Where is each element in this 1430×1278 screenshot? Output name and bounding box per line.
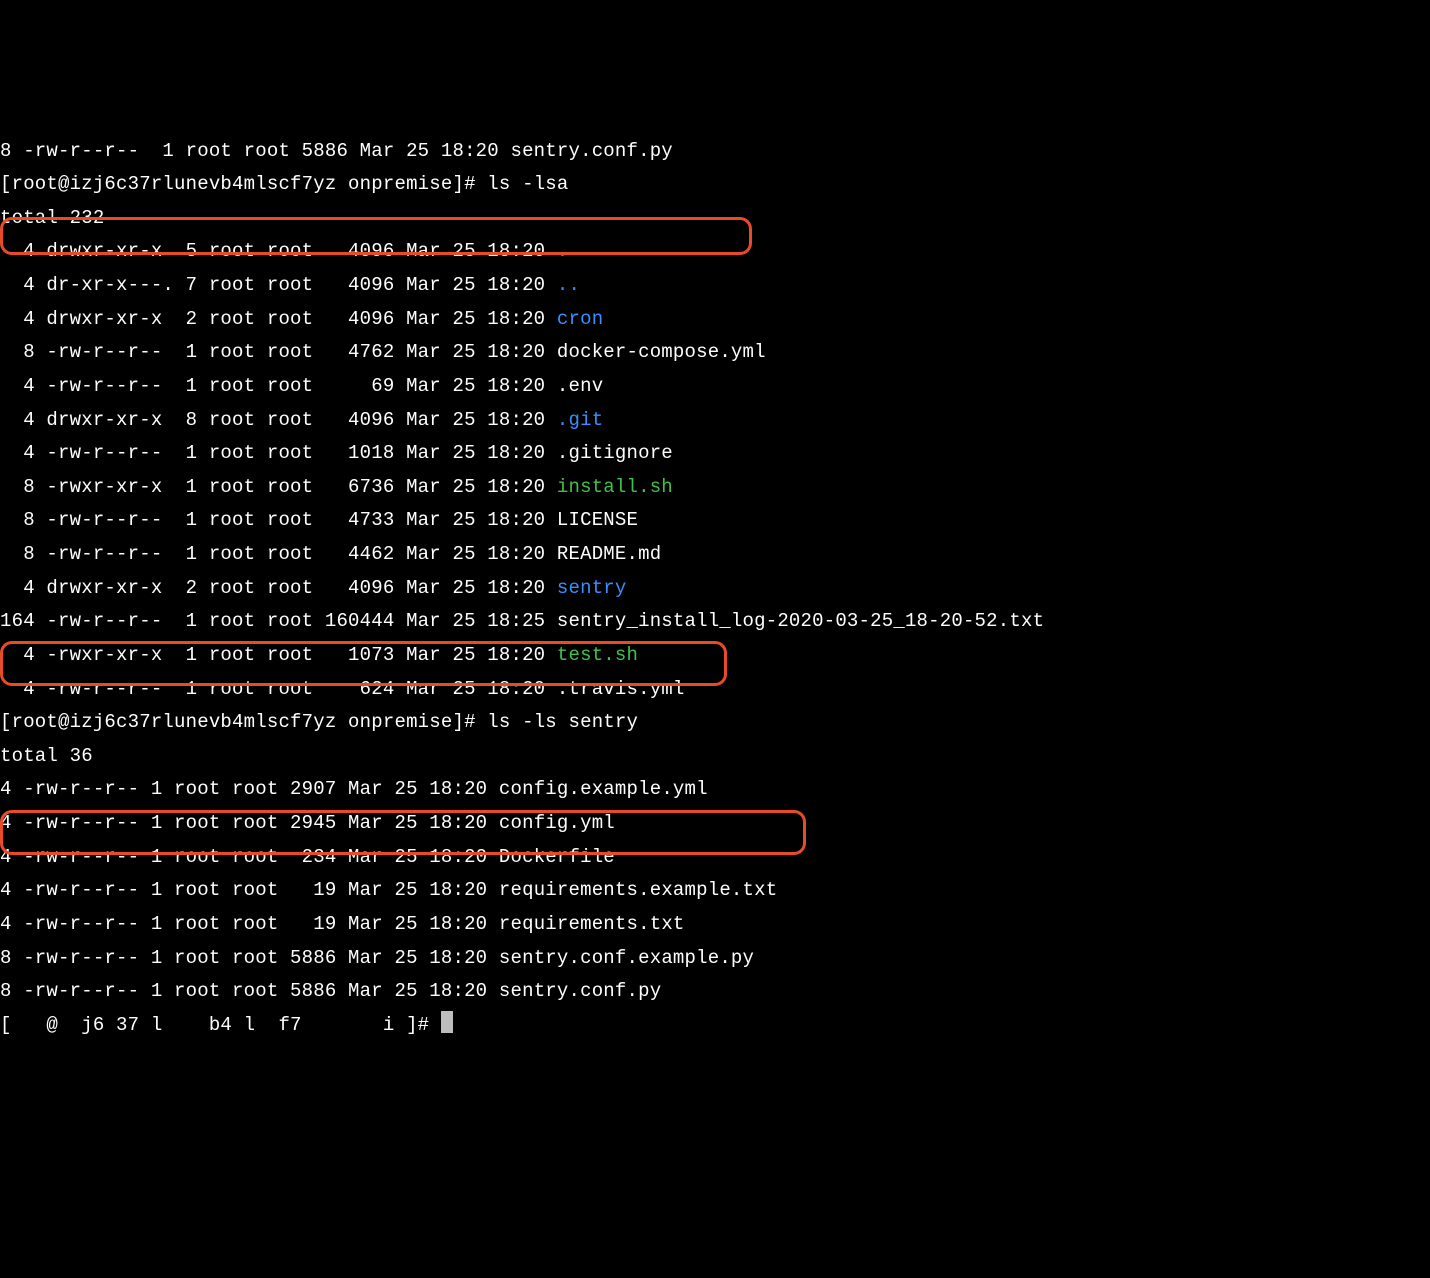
file-meta: 8 -rw-r--r-- 1 root root 5886 Mar 25 18:… [0, 980, 499, 1002]
file-row: 4 -rw-r--r-- 1 root root 2907 Mar 25 18:… [0, 778, 708, 800]
file-row: 8 -rw-r--r-- 1 root root 4733 Mar 25 18:… [0, 509, 638, 531]
file-row: 4 drwxr-xr-x 2 root root 4096 Mar 25 18:… [0, 308, 603, 330]
file-row: 164 -rw-r--r-- 1 root root 160444 Mar 25… [0, 610, 1044, 632]
file-name: .. [557, 274, 580, 296]
file-meta: 4 drwxr-xr-x 2 root root 4096 Mar 25 18:… [0, 308, 557, 330]
file-name: sentry [557, 577, 627, 599]
command-1: ls -lsa [487, 173, 568, 195]
file-meta: 164 -rw-r--r-- 1 root root 160444 Mar 25… [0, 610, 557, 632]
file-name: LICENSE [557, 509, 638, 531]
file-meta: 4 dr-xr-x---. 7 root root 4096 Mar 25 18… [0, 274, 557, 296]
file-name: cron [557, 308, 603, 330]
file-name: docker-compose.yml [557, 341, 766, 363]
file-row: 4 dr-xr-x---. 7 root root 4096 Mar 25 18… [0, 274, 580, 296]
file-meta: 4 -rw-r--r-- 1 root root 19 Mar 25 18:20 [0, 879, 499, 901]
file-row: 8 -rwxr-xr-x 1 root root 6736 Mar 25 18:… [0, 476, 673, 498]
file-meta: 4 drwxr-xr-x 5 root root 4096 Mar 25 18:… [0, 240, 557, 262]
cursor-block-icon [441, 1011, 453, 1033]
file-meta: 8 -rwxr-xr-x 1 root root 6736 Mar 25 18:… [0, 476, 557, 498]
prompt-1: [root@izj6c37rlunevb4mlscf7yz onpremise]… [0, 173, 487, 195]
file-row: 8 -rw-r--r-- 1 root root 5886 Mar 25 18:… [0, 947, 754, 969]
file-name: .gitignore [557, 442, 673, 464]
file-name: test.sh [557, 644, 638, 666]
file-meta: 4 -rw-r--r-- 1 root root 2945 Mar 25 18:… [0, 812, 499, 834]
partial-top-line: 8 -rw-r--r-- 1 root root 5886 Mar 25 18:… [0, 140, 673, 162]
file-name: .env [557, 375, 603, 397]
file-meta: 8 -rw-r--r-- 1 root root 4762 Mar 25 18:… [0, 341, 557, 363]
file-name: install.sh [557, 476, 673, 498]
total-line-2: total 36 [0, 745, 93, 767]
file-row: 4 -rw-r--r-- 1 root root 1018 Mar 25 18:… [0, 442, 673, 464]
listing-1: 4 drwxr-xr-x 5 root root 4096 Mar 25 18:… [0, 240, 1044, 699]
file-name: Dockerfile [499, 846, 615, 868]
file-name: sentry_install_log-2020-03-25_18-20-52.t… [557, 610, 1044, 632]
file-meta: 4 -rw-r--r-- 1 root root 234 Mar 25 18:2… [0, 846, 499, 868]
file-name: requirements.txt [499, 913, 685, 935]
file-meta: 4 -rw-r--r-- 1 root root 1018 Mar 25 18:… [0, 442, 557, 464]
file-name: . [557, 240, 569, 262]
listing-2: 4 -rw-r--r-- 1 root root 2907 Mar 25 18:… [0, 778, 777, 1002]
prompt-2: [root@izj6c37rlunevb4mlscf7yz onpremise]… [0, 711, 487, 733]
file-name: sentry.conf.example.py [499, 947, 754, 969]
prompt-3-partial: [ @ j6 37 l b4 l f7 i ]# [0, 1014, 441, 1036]
file-meta: 8 -rw-r--r-- 1 root root 4733 Mar 25 18:… [0, 509, 557, 531]
file-name: config.yml [499, 812, 615, 834]
file-row: 4 -rw-r--r-- 1 root root 19 Mar 25 18:20… [0, 879, 777, 901]
total-line-1: total 232 [0, 207, 104, 229]
file-name: .travis.yml [557, 678, 685, 700]
file-name: requirements.example.txt [499, 879, 777, 901]
file-name: README.md [557, 543, 661, 565]
command-2: ls -ls sentry [487, 711, 638, 733]
file-row: 4 drwxr-xr-x 8 root root 4096 Mar 25 18:… [0, 409, 603, 431]
file-row: 8 -rw-r--r-- 1 root root 5886 Mar 25 18:… [0, 980, 661, 1002]
file-row: 4 -rw-r--r-- 1 root root 2945 Mar 25 18:… [0, 812, 615, 834]
file-row: 4 -rw-r--r-- 1 root root 234 Mar 25 18:2… [0, 846, 615, 868]
file-name: config.example.yml [499, 778, 708, 800]
file-meta: 4 -rw-r--r-- 1 root root 19 Mar 25 18:20 [0, 913, 499, 935]
file-row: 4 drwxr-xr-x 5 root root 4096 Mar 25 18:… [0, 240, 569, 262]
file-meta: 4 -rw-r--r-- 1 root root 624 Mar 25 18:2… [0, 678, 557, 700]
file-meta: 4 drwxr-xr-x 2 root root 4096 Mar 25 18:… [0, 577, 557, 599]
file-meta: 4 -rwxr-xr-x 1 root root 1073 Mar 25 18:… [0, 644, 557, 666]
file-row: 8 -rw-r--r-- 1 root root 4462 Mar 25 18:… [0, 543, 661, 565]
file-meta: 4 -rw-r--r-- 1 root root 2907 Mar 25 18:… [0, 778, 499, 800]
file-row: 4 -rw-r--r-- 1 root root 69 Mar 25 18:20… [0, 375, 603, 397]
file-meta: 4 -rw-r--r-- 1 root root 69 Mar 25 18:20 [0, 375, 557, 397]
terminal-output[interactable]: 8 -rw-r--r-- 1 root root 5886 Mar 25 18:… [0, 135, 1430, 1043]
file-row: 4 -rwxr-xr-x 1 root root 1073 Mar 25 18:… [0, 644, 638, 666]
file-row: 4 -rw-r--r-- 1 root root 19 Mar 25 18:20… [0, 913, 685, 935]
file-name: .git [557, 409, 603, 431]
file-meta: 8 -rw-r--r-- 1 root root 5886 Mar 25 18:… [0, 947, 499, 969]
file-name: sentry.conf.py [499, 980, 661, 1002]
file-row: 8 -rw-r--r-- 1 root root 4762 Mar 25 18:… [0, 341, 766, 363]
file-meta: 8 -rw-r--r-- 1 root root 4462 Mar 25 18:… [0, 543, 557, 565]
file-meta: 4 drwxr-xr-x 8 root root 4096 Mar 25 18:… [0, 409, 557, 431]
file-row: 4 drwxr-xr-x 2 root root 4096 Mar 25 18:… [0, 577, 627, 599]
file-row: 4 -rw-r--r-- 1 root root 624 Mar 25 18:2… [0, 678, 685, 700]
